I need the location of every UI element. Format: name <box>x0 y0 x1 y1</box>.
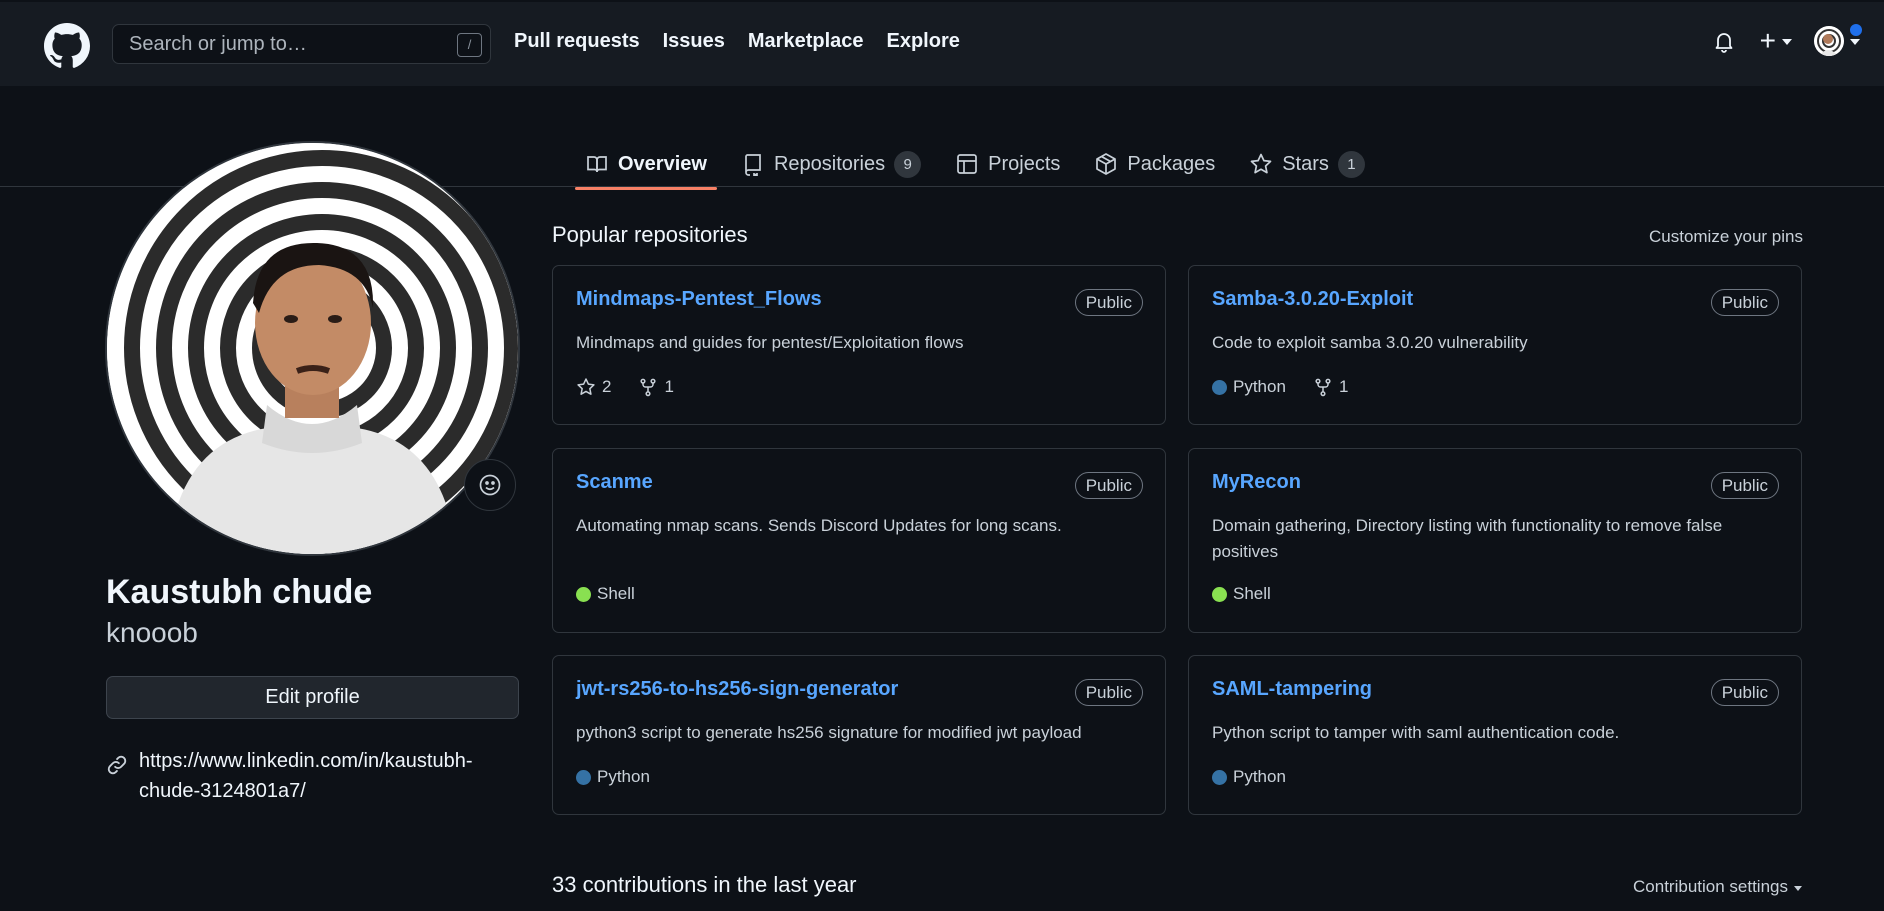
language-color-dot <box>1212 379 1227 395</box>
chevron-down-icon <box>1794 885 1802 891</box>
language-color-dot <box>576 769 591 785</box>
contribution-settings-label: Contribution settings <box>1633 877 1788 896</box>
stars-count-link[interactable]: 2 <box>602 377 611 397</box>
profile-avatar[interactable] <box>105 141 520 556</box>
repo-card: Scanme Public Automating nmap scans. Sen… <box>552 448 1166 633</box>
profile-username: knooob <box>106 617 198 648</box>
profile-full-name: Kaustubh chude <box>106 573 373 611</box>
contribution-settings-button[interactable]: Contribution settings <box>1633 877 1802 897</box>
forks-count: 1 <box>664 377 674 396</box>
tab-repositories[interactable]: Repositories 9 <box>731 140 931 188</box>
repo-language: Python <box>597 767 650 786</box>
repo-meta: Python 1 <box>1212 377 1348 397</box>
set-status-button[interactable] <box>464 459 516 511</box>
repo-meta: Shell <box>1212 584 1271 604</box>
contributions-title: 33 contributions in the last year <box>552 872 857 897</box>
language-color-dot <box>576 586 591 602</box>
notification-dot <box>1848 22 1864 38</box>
language-color-dot <box>1212 586 1227 602</box>
global-header: Search or jump to… / Pull requests Issue… <box>0 0 1884 86</box>
tab-label: Packages <box>1127 152 1216 175</box>
repo-language: Shell <box>597 584 635 603</box>
smiley-icon <box>479 474 501 496</box>
repo-description: Domain gathering, Directory listing with… <box>1212 516 1723 561</box>
customize-pins-link[interactable]: Customize your pins <box>1649 227 1803 247</box>
repo-description: Python script to tamper with saml authen… <box>1212 723 1620 742</box>
book-icon <box>587 156 607 173</box>
chevron-down-icon <box>1782 39 1792 45</box>
visibility-badge: Public <box>1710 289 1779 316</box>
repo-card: SAML-tampering Public Python script to t… <box>1188 655 1802 815</box>
visibility-badge: Public <box>1710 472 1779 499</box>
repo-name-link[interactable]: Mindmaps-Pentest_Flows <box>576 288 822 311</box>
repo-name-link[interactable]: MyRecon <box>1212 471 1301 494</box>
visibility-badge: Public <box>1074 472 1143 499</box>
repo-card: Mindmaps-Pentest_Flows Public Mindmaps a… <box>552 265 1166 425</box>
profile-tabs: Overview Repositories 9 Projects Package… <box>575 140 1389 190</box>
nav-explore[interactable]: Explore <box>887 30 960 53</box>
tab-label: Projects <box>988 152 1061 175</box>
repo-name-link[interactable]: Samba-3.0.20-Exploit <box>1212 288 1413 311</box>
search-shortcut-key: / <box>457 33 482 57</box>
tab-overview[interactable]: Overview <box>575 140 717 190</box>
repo-card: jwt-rs256-to-hs256-sign-generator Public… <box>552 655 1166 815</box>
forks-count: 1 <box>1338 377 1349 396</box>
bell-icon[interactable] <box>1712 29 1736 53</box>
visibility-badge: Public <box>1074 679 1143 706</box>
fork-icon <box>1315 378 1331 397</box>
repo-card: Samba-3.0.20-Exploit Public Code to expl… <box>1188 265 1802 425</box>
user-menu-button[interactable] <box>1814 22 1864 56</box>
repo-description: Mindmaps and guides for pentest/Exploita… <box>576 333 964 352</box>
table-icon <box>957 154 977 174</box>
repo-language: Python <box>1233 377 1286 396</box>
forks-count-link[interactable]: 1 <box>638 377 674 397</box>
plus-icon: + <box>1759 25 1776 56</box>
chevron-down-icon <box>1850 39 1860 45</box>
tab-label: Overview <box>618 152 707 175</box>
fork-icon <box>640 378 657 397</box>
repositories-count-badge: 9 <box>894 150 922 178</box>
nav-pull-requests[interactable]: Pull requests <box>514 30 640 53</box>
header-actions: + <box>1712 22 1864 56</box>
stars-count-badge: 1 <box>1337 150 1365 178</box>
avatar <box>1814 26 1844 56</box>
create-new-button[interactable]: + <box>1759 25 1792 56</box>
repo-description: Code to exploit samba 3.0.20 vulnerabili… <box>1212 333 1528 352</box>
repo-name-link[interactable]: jwt-rs256-to-hs256-sign-generator <box>576 678 898 701</box>
repo-language: Shell <box>1233 584 1271 603</box>
nav-issues[interactable]: Issues <box>663 30 725 53</box>
repo-icon <box>745 154 761 176</box>
repo-name-link[interactable]: SAML-tampering <box>1212 678 1372 701</box>
repo-card: MyRecon Public Domain gathering, Directo… <box>1188 448 1802 633</box>
tab-label: Repositories <box>773 152 886 175</box>
nav-marketplace[interactable]: Marketplace <box>748 30 864 53</box>
visibility-badge: Public <box>1710 679 1779 706</box>
repo-language: Python <box>1233 767 1286 786</box>
link-icon <box>107 755 127 775</box>
global-nav: Pull requests Issues Marketplace Explore <box>514 30 983 53</box>
tab-projects[interactable]: Projects <box>945 140 1070 188</box>
visibility-badge: Public <box>1074 289 1143 316</box>
language-color-dot <box>1212 769 1227 785</box>
profile-website-link[interactable]: https://www.linkedin.com/in/kaustubh-chu… <box>139 746 499 806</box>
edit-profile-button[interactable]: Edit profile <box>106 676 519 719</box>
github-logo-icon[interactable] <box>44 23 90 69</box>
forks-count-link[interactable]: 1 <box>1313 377 1348 397</box>
tab-stars[interactable]: Stars 1 <box>1239 140 1375 188</box>
search-placeholder: Search or jump to… <box>129 32 307 55</box>
repo-meta: Shell <box>576 584 635 604</box>
repo-name-link[interactable]: Scanme <box>576 471 653 494</box>
package-icon <box>1096 153 1117 175</box>
repo-meta: 2 1 <box>576 377 674 397</box>
star-icon <box>1250 153 1272 174</box>
repo-description: Automating nmap scans. Sends Discord Upd… <box>576 516 1062 535</box>
popular-repos-title: Popular repositories <box>552 222 748 247</box>
star-icon <box>577 378 595 395</box>
repo-description: python3 script to generate hs256 signatu… <box>576 723 1082 742</box>
repo-meta: Python <box>1212 767 1286 787</box>
repo-meta: Python <box>576 767 650 787</box>
tab-label: Stars <box>1282 152 1329 175</box>
tab-packages[interactable]: Packages <box>1084 140 1225 188</box>
search-input[interactable]: Search or jump to… / <box>112 24 491 64</box>
